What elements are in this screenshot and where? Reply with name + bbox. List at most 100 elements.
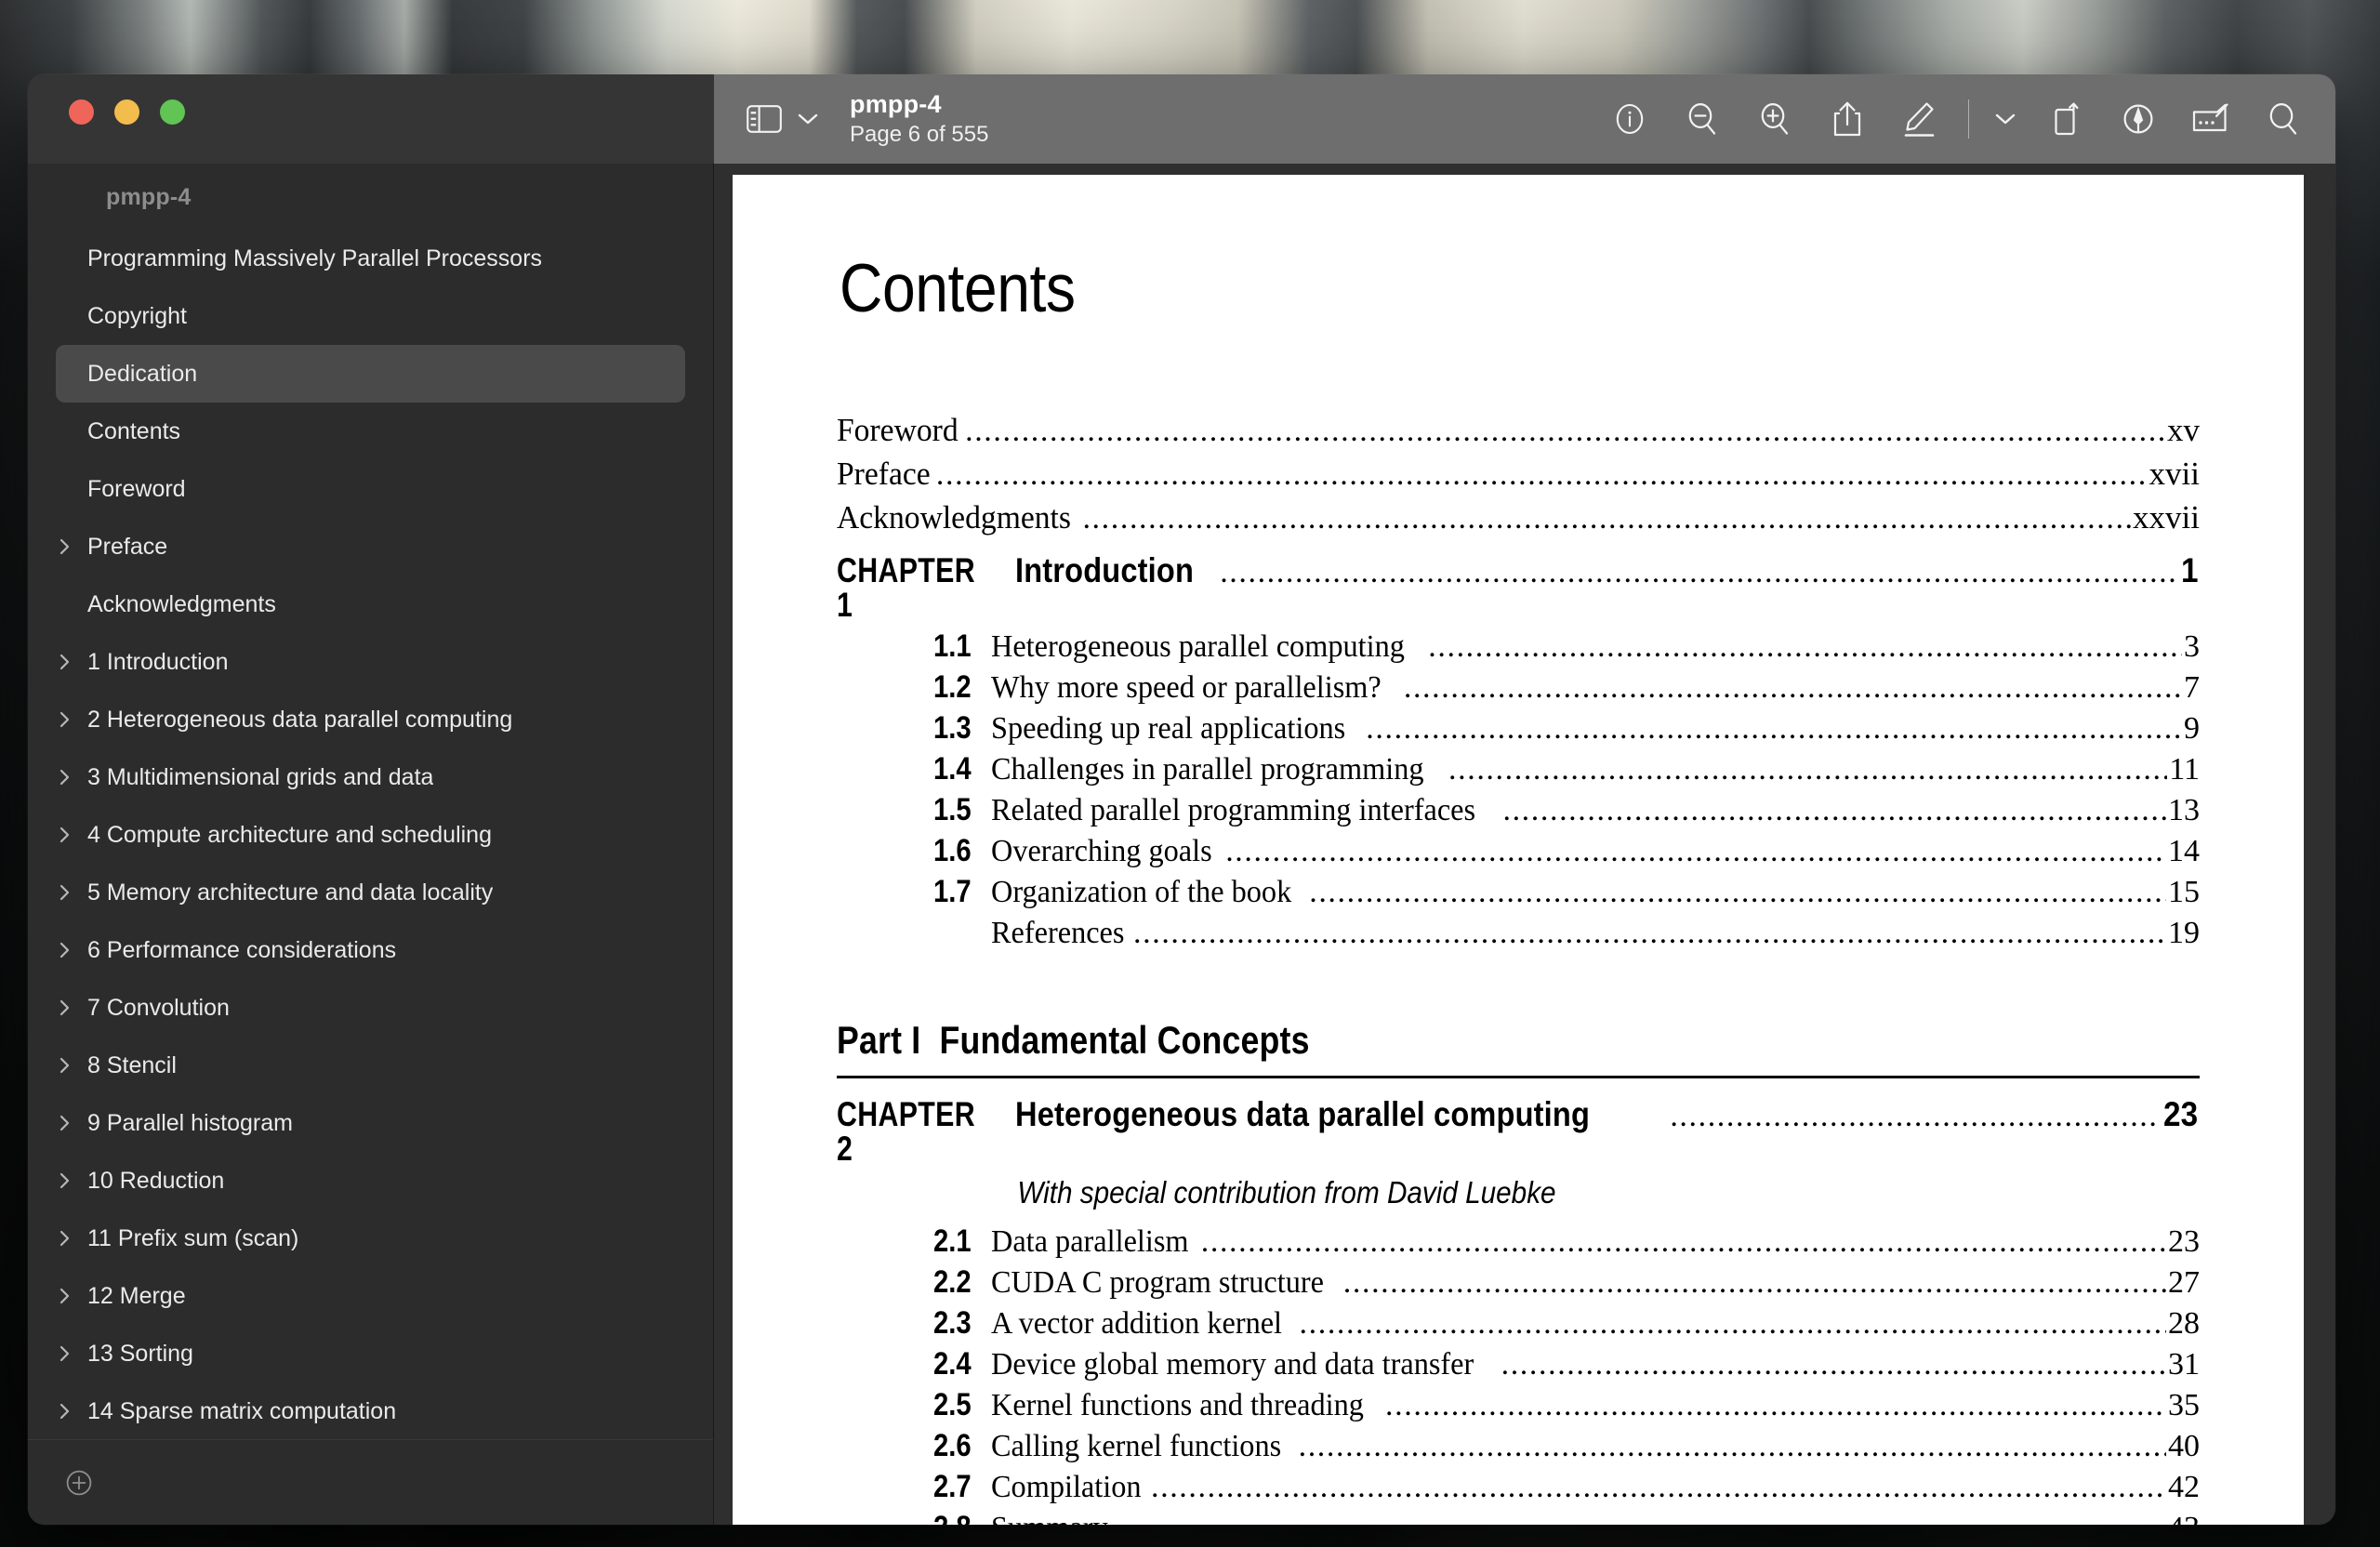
pdf-page: Contents Foreword.......................… bbox=[733, 175, 2304, 1525]
leader-dots: ........................................… bbox=[1298, 1431, 2166, 1462]
chevron-right-icon[interactable] bbox=[58, 1343, 82, 1364]
toc-section-row[interactable]: 1.4 Challenges in parallel programming...… bbox=[837, 753, 2200, 786]
chevron-right-icon[interactable] bbox=[58, 825, 82, 845]
chapter-page: 1 bbox=[2181, 551, 2199, 589]
toc-section-row[interactable]: 1.3 Speeding up real applications........… bbox=[837, 712, 2200, 745]
toc-section-row[interactable]: 0.0References...........................… bbox=[837, 917, 2200, 949]
toc-section-row[interactable]: 1.5 Related parallel programming interfac… bbox=[837, 794, 2200, 826]
toc-section-row[interactable]: 1.6 Overarching goals....................… bbox=[837, 835, 2200, 867]
toc-section-row[interactable]: 2.6 Calling kernel functions.............… bbox=[837, 1430, 2200, 1462]
sidebar-item[interactable]: 10 Reduction bbox=[56, 1152, 685, 1210]
chevron-right-icon[interactable] bbox=[58, 1228, 82, 1249]
outline-spacer bbox=[58, 248, 82, 269]
section-title: Device global memory and data transfer bbox=[991, 1347, 1474, 1382]
chevron-right-icon[interactable] bbox=[58, 882, 82, 903]
sidebar-item[interactable]: 12 Merge bbox=[56, 1267, 685, 1325]
outline-spacer bbox=[58, 594, 82, 615]
toc-section-row[interactable]: 2.7 Compilation..........................… bbox=[837, 1471, 2200, 1503]
toc-section-row[interactable]: 1.7 Organization of the book.............… bbox=[837, 876, 2200, 908]
sidebar-item[interactable]: Copyright bbox=[56, 287, 685, 345]
chevron-right-icon[interactable] bbox=[58, 940, 82, 960]
sidebar-item[interactable]: Programming Massively Parallel Processor… bbox=[56, 230, 685, 287]
add-bookmark-icon[interactable] bbox=[63, 1467, 95, 1499]
toc-chapter-row[interactable]: CHAPTER 2 Heterogeneous data parallel com… bbox=[837, 1097, 2200, 1166]
zoom-out-icon[interactable] bbox=[1674, 93, 1730, 145]
sidebar-outline-list[interactable]: pmpp-4 Programming Massively Parallel Pr… bbox=[28, 164, 713, 1439]
sidebar-item[interactable]: 9 Parallel histogram bbox=[56, 1094, 685, 1152]
section-number: 2.3 bbox=[933, 1305, 972, 1341]
toc-row[interactable]: Acknowledgments.........................… bbox=[837, 501, 2200, 535]
chevron-right-icon[interactable] bbox=[58, 1113, 82, 1133]
markup-toolbar-icon[interactable] bbox=[2183, 93, 2239, 145]
chevron-right-icon[interactable] bbox=[58, 1286, 82, 1306]
sidebar-item[interactable]: 8 Stencil bbox=[56, 1037, 685, 1094]
rotate-icon[interactable] bbox=[2038, 93, 2094, 145]
toc-section-row[interactable]: 2.8 Summary..............................… bbox=[837, 1512, 2200, 1525]
sidebar-item[interactable]: Preface bbox=[56, 518, 685, 575]
sidebar-item-label: 11 Prefix sum (scan) bbox=[87, 1224, 299, 1251]
sidebar-item[interactable]: Acknowledgments bbox=[56, 575, 685, 633]
toc-entry-title: Foreword bbox=[837, 412, 959, 448]
toc-section-row[interactable]: 1.2 Why more speed or parallelism?.......… bbox=[837, 671, 2200, 704]
document-view[interactable]: Contents Foreword.......................… bbox=[714, 164, 2335, 1525]
annotate-icon[interactable] bbox=[2110, 93, 2166, 145]
toc-row[interactable]: Preface.................................… bbox=[837, 457, 2200, 491]
toc-section-row[interactable]: 2.3 A vector addition kernel.............… bbox=[837, 1307, 2200, 1340]
sidebar-item[interactable]: Dedication bbox=[56, 345, 685, 403]
sidebar-item[interactable]: 2 Heterogeneous data parallel computing bbox=[56, 691, 685, 748]
chevron-right-icon[interactable] bbox=[58, 1055, 82, 1076]
toc-section-row[interactable]: 2.2 CUDA C program structure.............… bbox=[837, 1266, 2200, 1299]
table-of-contents: Foreword................................… bbox=[837, 414, 2200, 1525]
toc-chapter-row[interactable]: CHAPTER 1 Introduction...................… bbox=[837, 553, 2200, 622]
chevron-right-icon[interactable] bbox=[58, 652, 82, 672]
section-page: 7 bbox=[2184, 670, 2200, 705]
sidebar-item[interactable]: 5 Memory architecture and data locality bbox=[56, 864, 685, 921]
highlight-pen-icon[interactable] bbox=[1892, 93, 1948, 145]
section-title: Summary bbox=[991, 1513, 1108, 1526]
sidebar-item[interactable]: 4 Compute architecture and scheduling bbox=[56, 806, 685, 864]
share-icon[interactable] bbox=[1819, 93, 1875, 145]
toc-section-row[interactable]: 1.1 Heterogeneous parallel computing.....… bbox=[837, 630, 2200, 663]
sidebar-item[interactable]: 14 Sparse matrix computation bbox=[56, 1382, 685, 1439]
leader-dots: ........................................… bbox=[965, 416, 2165, 447]
part-divider-rule bbox=[837, 1076, 2200, 1078]
section-title: Kernel functions and threading bbox=[991, 1388, 1364, 1422]
traffic-light-buttons[interactable] bbox=[69, 99, 185, 125]
sidebar-options-chevron-down-icon[interactable] bbox=[792, 93, 824, 145]
sidebar-item[interactable]: 3 Multidimensional grids and data bbox=[56, 748, 685, 806]
toc-section-row[interactable]: 2.4 Device global memory and data transfe… bbox=[837, 1348, 2200, 1381]
section-title: Calling kernel functions bbox=[991, 1429, 1282, 1463]
close-button[interactable] bbox=[69, 99, 94, 125]
leader-dots: ........................................… bbox=[1133, 918, 2166, 949]
sidebar-item[interactable]: Foreword bbox=[56, 460, 685, 518]
chevron-right-icon[interactable] bbox=[58, 1401, 82, 1421]
sidebar-item[interactable]: 1 Introduction bbox=[56, 633, 685, 691]
info-icon[interactable] bbox=[1602, 93, 1658, 145]
sidebar-item[interactable]: 11 Prefix sum (scan) bbox=[56, 1210, 685, 1267]
minimize-button[interactable] bbox=[114, 99, 139, 125]
toc-entry-page: xv bbox=[2167, 412, 2200, 448]
toc-section-row[interactable]: 2.1 Data parallelism.....................… bbox=[837, 1225, 2200, 1258]
toc-section-row[interactable]: 2.5 Kernel functions and threading.......… bbox=[837, 1389, 2200, 1421]
toc-row[interactable]: Foreword................................… bbox=[837, 414, 2200, 447]
chevron-right-icon[interactable] bbox=[58, 767, 82, 787]
sidebar-item[interactable]: 7 Convolution bbox=[56, 979, 685, 1037]
chevron-right-icon[interactable] bbox=[58, 1170, 82, 1191]
search-icon[interactable] bbox=[2255, 93, 2311, 145]
chevron-right-icon[interactable] bbox=[58, 998, 82, 1018]
leader-dots: ........................................… bbox=[1366, 713, 2182, 745]
chevron-right-icon[interactable] bbox=[58, 536, 82, 557]
outline-spacer bbox=[58, 306, 82, 326]
zoom-button[interactable] bbox=[160, 99, 185, 125]
sidebar-item[interactable]: 6 Performance considerations bbox=[56, 921, 685, 979]
leader-dots: ........................................… bbox=[1220, 557, 2179, 588]
highlight-options-chevron-down-icon[interactable] bbox=[1990, 93, 2021, 145]
sidebar-item[interactable]: Contents bbox=[56, 403, 685, 460]
sidebar-toggle-icon[interactable] bbox=[736, 93, 792, 145]
zoom-in-icon[interactable] bbox=[1747, 93, 1803, 145]
section-title: A vector addition kernel bbox=[991, 1306, 1283, 1341]
section-page: 23 bbox=[2168, 1224, 2200, 1259]
chevron-right-icon[interactable] bbox=[58, 709, 82, 730]
section-number: 2.7 bbox=[933, 1469, 972, 1504]
sidebar-item[interactable]: 13 Sorting bbox=[56, 1325, 685, 1382]
